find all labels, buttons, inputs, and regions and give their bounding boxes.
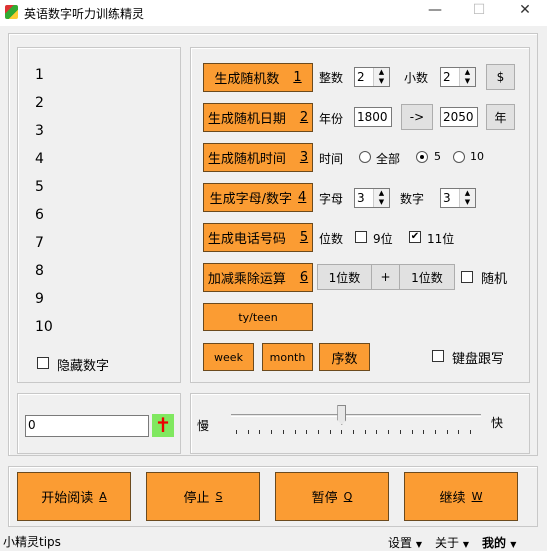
number-item: 9 — [35, 291, 44, 307]
random-time-button[interactable]: 生成随机时间 3 — [203, 143, 313, 172]
speed-tick — [411, 430, 413, 434]
year-label: 年份 — [319, 112, 344, 126]
speed-tick — [446, 430, 448, 434]
week-button[interactable]: week — [203, 343, 254, 371]
number-item: 1 — [35, 67, 44, 83]
speed-tick — [353, 430, 354, 434]
menu-mine[interactable]: 我的 ▼ — [482, 534, 516, 551]
app-icon — [5, 5, 18, 19]
number-item: 2 — [35, 95, 44, 111]
time-all-label: 全部 — [376, 152, 401, 166]
operator-button[interactable]: + — [371, 264, 400, 290]
speed-tick — [423, 430, 425, 434]
year-range-button[interactable]: -> — [401, 104, 433, 130]
integer-label: 整数 — [319, 71, 344, 85]
currency-button[interactable]: $ — [486, 64, 515, 90]
letters-label: 字母 — [319, 192, 344, 206]
speed-tick — [306, 430, 308, 434]
number-item: 4 — [35, 151, 44, 167]
ordinal-button[interactable]: 序数 — [319, 343, 370, 371]
speed-tick — [282, 430, 284, 434]
year-from-input[interactable]: 1800 — [354, 107, 392, 127]
phone-9-label: 9位 — [373, 232, 393, 246]
integer-spinner[interactable]: 2 ▲ ▼ — [354, 67, 390, 87]
slow-label: 慢 — [197, 419, 210, 433]
phone-digits-label: 位数 — [319, 232, 344, 246]
window-title: 英语数字听力训练精灵 — [24, 7, 145, 21]
speed-track[interactable] — [231, 414, 481, 417]
random-date-button[interactable]: 生成随机日期 2 — [203, 103, 313, 132]
speed-tick — [259, 430, 261, 434]
speed-tick — [247, 430, 249, 434]
speed-tick — [294, 430, 296, 434]
minimize-button[interactable]: — — [420, 2, 450, 24]
speed-tick — [329, 430, 331, 434]
phone-button[interactable]: 生成电话号码 5 — [203, 223, 313, 252]
speed-tick — [388, 430, 390, 434]
speed-tick — [236, 430, 237, 434]
random-op-label: 随机 — [481, 272, 508, 287]
number-item: 7 — [35, 235, 44, 251]
speed-panel — [190, 393, 530, 454]
speed-tick — [470, 430, 471, 434]
speed-tick — [399, 430, 401, 434]
speed-tick — [364, 430, 366, 434]
time-10-radio[interactable] — [453, 151, 465, 163]
time-5-label: 5 — [434, 150, 441, 163]
time-10-label: 10 — [470, 150, 484, 163]
action-button-0[interactable]: 开始阅读 A — [17, 472, 131, 521]
red-cross-icon[interactable]: ✝ — [152, 414, 174, 437]
phone-9-checkbox[interactable] — [355, 231, 367, 243]
menu-settings[interactable]: 设置 ▼ — [388, 534, 422, 551]
year-button[interactable]: 年 — [486, 104, 515, 130]
arithmetic-button[interactable]: 加减乘除运算 6 — [203, 263, 313, 292]
left-operand-button[interactable]: 1位数 — [317, 264, 372, 290]
maximize-button[interactable]: ☐ — [464, 2, 494, 24]
fast-label: 快 — [491, 416, 504, 430]
speed-tick — [434, 430, 436, 434]
action-button-2[interactable]: 暂停 Q — [275, 472, 389, 521]
phone-11-checkbox[interactable]: ✔ — [409, 231, 421, 243]
keyboard-follow-label: 键盘跟写 — [452, 352, 505, 367]
number-item: 10 — [35, 319, 53, 335]
hide-numbers-checkbox[interactable] — [37, 357, 49, 369]
number-item: 3 — [35, 123, 44, 139]
ty-teen-button[interactable]: ty/teen — [203, 303, 313, 331]
keyboard-follow-checkbox[interactable] — [432, 350, 444, 362]
random-number-button[interactable]: 生成随机数 1 — [203, 63, 313, 92]
hide-numbers-label: 隐藏数字 — [57, 359, 110, 374]
random-op-checkbox[interactable] — [461, 271, 473, 283]
month-button[interactable]: month — [262, 343, 313, 371]
action-button-3[interactable]: 继续 W — [404, 472, 518, 521]
decimal-spinner[interactable]: 2 ▲ ▼ — [440, 67, 476, 87]
speed-tick — [271, 430, 273, 434]
time-5-radio[interactable] — [416, 151, 428, 163]
number-item: 6 — [35, 207, 44, 223]
year-to-input[interactable]: 2050 — [440, 107, 478, 127]
digits-label: 数字 — [400, 192, 425, 206]
phone-11-label: 11位 — [427, 232, 455, 246]
generators-panel — [190, 47, 530, 383]
letters-spinner[interactable]: 3 ▲ ▼ — [354, 188, 390, 208]
tips-label: 小精灵tips — [3, 535, 61, 549]
speed-tick — [376, 430, 378, 434]
time-all-radio[interactable] — [359, 151, 371, 163]
title-bar: 英语数字听力训练精灵 — ☐ ✕ — [0, 0, 547, 26]
close-button[interactable]: ✕ — [510, 2, 540, 24]
decimal-label: 小数 — [404, 71, 429, 85]
action-button-1[interactable]: 停止 S — [146, 472, 260, 521]
digits-spinner[interactable]: 3 ▲ ▼ — [440, 188, 476, 208]
time-label: 时间 — [319, 152, 344, 166]
number-item: 8 — [35, 263, 44, 279]
speed-tick — [341, 430, 343, 434]
letters-digits-button[interactable]: 生成字母/数字 4 — [203, 183, 313, 212]
speed-tick — [317, 430, 319, 434]
right-operand-button[interactable]: 1位数 — [399, 264, 455, 290]
counter-input[interactable]: 0 — [25, 415, 149, 437]
speed-tick — [458, 430, 460, 434]
menu-about[interactable]: 关于 ▼ — [435, 534, 469, 551]
number-item: 5 — [35, 179, 44, 195]
